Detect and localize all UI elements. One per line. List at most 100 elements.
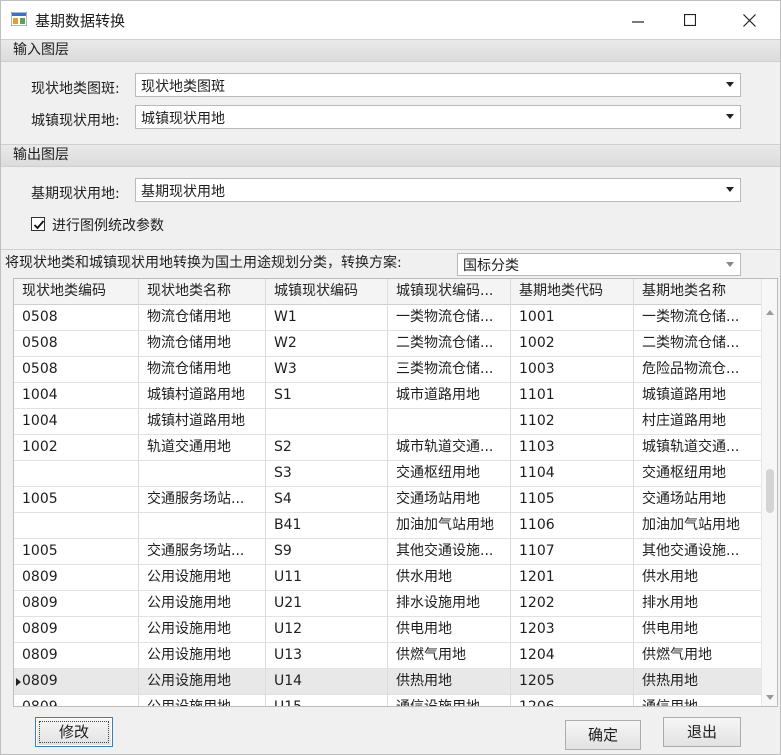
table-cell[interactable]: 0809 <box>14 617 139 643</box>
table-cell[interactable]: 0508 <box>14 357 139 383</box>
table-cell[interactable]: U13 <box>266 643 388 669</box>
table-cell[interactable]: U21 <box>266 591 388 617</box>
table-cell[interactable]: 二类物流仓储... <box>388 331 511 357</box>
table-cell[interactable]: W1 <box>266 305 388 331</box>
table-cell[interactable]: 城市道路用地 <box>388 383 511 409</box>
column-header[interactable]: 现状地类名称 <box>139 279 266 305</box>
table-cell[interactable] <box>14 513 139 539</box>
table-cell[interactable]: 1001 <box>511 305 634 331</box>
table-cell[interactable]: 1005 <box>14 487 139 513</box>
table-cell[interactable]: 供燃气用地 <box>388 643 511 669</box>
table-cell[interactable]: 供热用地 <box>634 669 763 695</box>
column-header[interactable]: 现状地类编码 <box>14 279 139 305</box>
table-row[interactable]: 0809 公用设施用地 U12 供电用地 1203 供电用地 <box>14 617 763 643</box>
table-row[interactable]: 1002 轨道交通用地 S2 城市轨道交通... 1103 城镇轨道交通... <box>14 435 763 461</box>
table-cell[interactable]: 公用设施用地 <box>139 695 266 706</box>
table-cell[interactable]: 0809 <box>14 591 139 617</box>
table-cell[interactable]: S3 <box>266 461 388 487</box>
table-cell[interactable]: S4 <box>266 487 388 513</box>
table-cell[interactable]: 1104 <box>511 461 634 487</box>
table-cell[interactable]: 供电用地 <box>634 617 763 643</box>
table-cell[interactable]: 城镇轨道交通... <box>634 435 763 461</box>
table-cell[interactable]: 1201 <box>511 565 634 591</box>
table-cell[interactable]: 供水用地 <box>634 565 763 591</box>
table-row[interactable]: 1004 城镇村道路用地 1102 村庄道路用地 <box>14 409 763 435</box>
table-cell[interactable]: 城镇村道路用地 <box>139 409 266 435</box>
table-row[interactable]: 0508 物流仓储用地 W1 一类物流仓储... 1001 一类物流仓储... <box>14 305 763 331</box>
table-cell[interactable]: 1107 <box>511 539 634 565</box>
table-cell[interactable]: 一类物流仓储... <box>634 305 763 331</box>
table-cell[interactable]: 1002 <box>511 331 634 357</box>
table-cell[interactable]: 城市轨道交通... <box>388 435 511 461</box>
table-row[interactable]: 0809 公用设施用地 U13 供燃气用地 1204 供燃气用地 <box>14 643 763 669</box>
table-cell[interactable]: 供燃气用地 <box>634 643 763 669</box>
table-cell[interactable]: 通信设施用地 <box>388 695 511 706</box>
table-cell[interactable] <box>139 461 266 487</box>
land-patch-combo[interactable]: 现状地类图斑 <box>135 73 741 97</box>
table-cell[interactable]: 供热用地 <box>388 669 511 695</box>
scrollbar-thumb[interactable] <box>766 469 774 513</box>
modify-button[interactable]: 修改 <box>35 717 113 747</box>
table-cell[interactable]: 排水用地 <box>634 591 763 617</box>
table-cell[interactable]: 物流仓储用地 <box>139 331 266 357</box>
table-row[interactable]: B41 加油加气站用地 1106 加油加气站用地 <box>14 513 763 539</box>
table-row[interactable]: 1004 城镇村道路用地 S1 城市道路用地 1101 城镇道路用地 <box>14 383 763 409</box>
table-cell[interactable]: 公用设施用地 <box>139 669 266 695</box>
minimize-button[interactable] <box>615 1 661 39</box>
column-header[interactable]: 基期地类代码 <box>511 279 634 305</box>
table-row[interactable]: 0508 物流仓储用地 W2 二类物流仓储... 1002 二类物流仓储... <box>14 331 763 357</box>
table-cell[interactable]: U14 <box>266 669 388 695</box>
table-cell[interactable]: 供水用地 <box>388 565 511 591</box>
column-header[interactable]: 基期地类名称 <box>634 279 763 305</box>
table-cell[interactable]: 1203 <box>511 617 634 643</box>
table-cell[interactable]: 其他交通设施... <box>634 539 763 565</box>
table-row[interactable]: 1005 交通服务场站... S4 交通场站用地 1105 交通场站用地 <box>14 487 763 513</box>
table-cell[interactable]: 1205 <box>511 669 634 695</box>
column-header[interactable]: 城镇现状编码 <box>266 279 388 305</box>
table-cell[interactable]: 交通场站用地 <box>634 487 763 513</box>
legend-params-checkbox[interactable] <box>31 217 45 231</box>
table-row[interactable]: 0809 公用设施用地 U11 供水用地 1201 供水用地 <box>14 565 763 591</box>
table-cell[interactable]: S2 <box>266 435 388 461</box>
table-cell[interactable]: 0809 <box>14 669 139 695</box>
table-row[interactable]: 1005 交通服务场站... S9 其他交通设施... 1107 其他交通设施... <box>14 539 763 565</box>
table-cell[interactable]: 城镇道路用地 <box>634 383 763 409</box>
urban-land-combo[interactable]: 城镇现状用地 <box>135 105 741 129</box>
table-cell[interactable]: 1101 <box>511 383 634 409</box>
base-land-combo[interactable]: 基期现状用地 <box>135 178 741 202</box>
table-cell[interactable]: 交通枢纽用地 <box>388 461 511 487</box>
table-cell[interactable]: 通信用地 <box>634 695 763 706</box>
table-cell[interactable]: S1 <box>266 383 388 409</box>
table-cell[interactable]: 1005 <box>14 539 139 565</box>
table-cell[interactable]: W2 <box>266 331 388 357</box>
table-cell[interactable]: 加油加气站用地 <box>388 513 511 539</box>
table-cell[interactable]: 1202 <box>511 591 634 617</box>
table-cell[interactable] <box>14 461 139 487</box>
table-cell[interactable]: 1105 <box>511 487 634 513</box>
table-cell[interactable]: 排水设施用地 <box>388 591 511 617</box>
table-cell[interactable] <box>266 409 388 435</box>
table-cell[interactable]: B41 <box>266 513 388 539</box>
table-cell[interactable]: 二类物流仓储... <box>634 331 763 357</box>
table-row[interactable]: 0809 公用设施用地 U14 供热用地 1205 供热用地 <box>14 669 763 695</box>
table-cell[interactable]: 1204 <box>511 643 634 669</box>
table-cell[interactable]: S9 <box>266 539 388 565</box>
table-row[interactable]: 0809 公用设施用地 U15 通信设施用地 1206 通信用地 <box>14 695 763 706</box>
close-button[interactable] <box>726 1 772 39</box>
scroll-up-icon[interactable] <box>766 310 774 315</box>
table-row[interactable]: 0508 物流仓储用地 W3 三类物流仓储... 1003 危险品物流仓... <box>14 357 763 383</box>
table-cell[interactable]: 供电用地 <box>388 617 511 643</box>
scheme-combo[interactable]: 国标分类 <box>457 253 741 276</box>
table-row[interactable]: S3 交通枢纽用地 1104 交通枢纽用地 <box>14 461 763 487</box>
table-cell[interactable]: 轨道交通用地 <box>139 435 266 461</box>
table-cell[interactable]: 公用设施用地 <box>139 617 266 643</box>
table-cell[interactable]: 0508 <box>14 331 139 357</box>
table-cell[interactable]: 1102 <box>511 409 634 435</box>
table-cell[interactable]: U11 <box>266 565 388 591</box>
maximize-button[interactable] <box>667 1 713 39</box>
conversion-grid[interactable]: 现状地类编码 现状地类名称 城镇现状编码 城镇现状编码... 基期地类代码 基期地类名称 … <box>13 278 778 707</box>
table-cell[interactable]: 1106 <box>511 513 634 539</box>
table-cell[interactable]: 加油加气站用地 <box>634 513 763 539</box>
table-cell[interactable]: 交通场站用地 <box>388 487 511 513</box>
table-cell[interactable]: 物流仓储用地 <box>139 357 266 383</box>
